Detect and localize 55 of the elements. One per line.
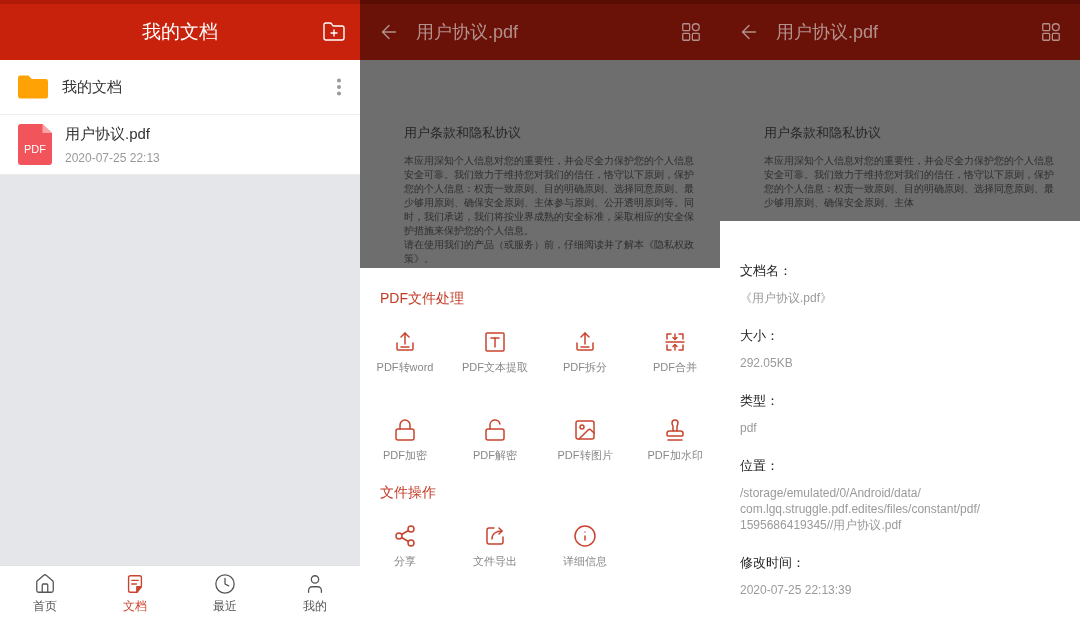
nav-tab[interactable]: 首页 (0, 566, 90, 621)
action-button[interactable]: PDF转word (376, 330, 434, 375)
text-box-icon (483, 330, 507, 354)
action-button[interactable]: PDF解密 (473, 418, 517, 463)
detail-label: 大小： (740, 327, 780, 345)
unlock-icon (483, 418, 507, 442)
action-button[interactable]: PDF加水印 (647, 418, 703, 463)
detail-value: pdf (740, 420, 758, 436)
detail-value: 《用户协议.pdf》 (740, 290, 833, 306)
detail-value: 2020-07-25 22:13:39 (740, 582, 853, 598)
clock-icon (214, 572, 236, 595)
folder-name: 我的文档 (62, 77, 123, 97)
file-name: 用户协议.pdf (65, 124, 152, 144)
grid-icon[interactable] (680, 21, 702, 43)
detail-label: 文档名： (740, 262, 793, 280)
document-title: 用户条款和隐私协议 (404, 124, 522, 142)
action-button[interactable]: PDF合并 (653, 330, 697, 375)
new-folder-icon[interactable] (322, 20, 346, 44)
action-button[interactable]: PDF文本提取 (462, 330, 528, 375)
lock-icon (393, 418, 417, 442)
folder-icon (18, 75, 48, 99)
export-icon (483, 524, 507, 548)
screen-title: 我的文档 (141, 20, 219, 44)
detail-label: 类型： (740, 392, 780, 410)
action-button[interactable]: 分享 (393, 524, 417, 569)
upload-tray-icon (393, 330, 417, 354)
detail-label: 位置： (740, 457, 780, 475)
stamp-icon (663, 418, 687, 442)
action-button[interactable]: PDF拆分 (563, 330, 607, 375)
share-icon (393, 524, 417, 548)
image-icon (573, 418, 597, 442)
nav-tab[interactable]: 最近 (180, 566, 270, 621)
action-button[interactable]: 详细信息 (563, 524, 607, 569)
section-title: 文件操作 (379, 483, 437, 502)
nav-tab[interactable]: 文档 (90, 566, 180, 621)
action-button[interactable]: PDF加密 (383, 418, 427, 463)
nav-tab[interactable]: 我的 (270, 566, 360, 621)
file-date: 2020-07-25 22:13 (65, 150, 160, 165)
file-row[interactable]: PDF 用户协议.pdf 2020-07-25 22:13 (0, 115, 360, 175)
detail-value: /storage/emulated/0/Android/data/ com.lgq.struggle.pdf.edites/files/constant/pdf/ 1595686419345//用户协议.pdf (740, 485, 982, 533)
document-title: 用户条款和隐私协议 (764, 124, 882, 142)
screen-title: 用户协议.pdf (776, 21, 880, 44)
file-type-label: PDF (24, 143, 46, 155)
detail-value: 292.05KB (740, 355, 794, 371)
detail-label: 修改时间： (740, 554, 806, 572)
home-icon (34, 572, 56, 595)
upload-tray-icon (573, 330, 597, 354)
folder-row[interactable]: 我的文档 (0, 60, 360, 115)
info-icon (573, 524, 597, 548)
screen-title: 用户协议.pdf (416, 21, 520, 44)
action-button[interactable]: PDF转图片 (557, 418, 613, 463)
section-title: PDF文件处理 (379, 289, 465, 308)
action-button[interactable]: 文件导出 (473, 524, 517, 569)
grid-icon[interactable] (1040, 21, 1062, 43)
merge-icon (663, 330, 687, 354)
